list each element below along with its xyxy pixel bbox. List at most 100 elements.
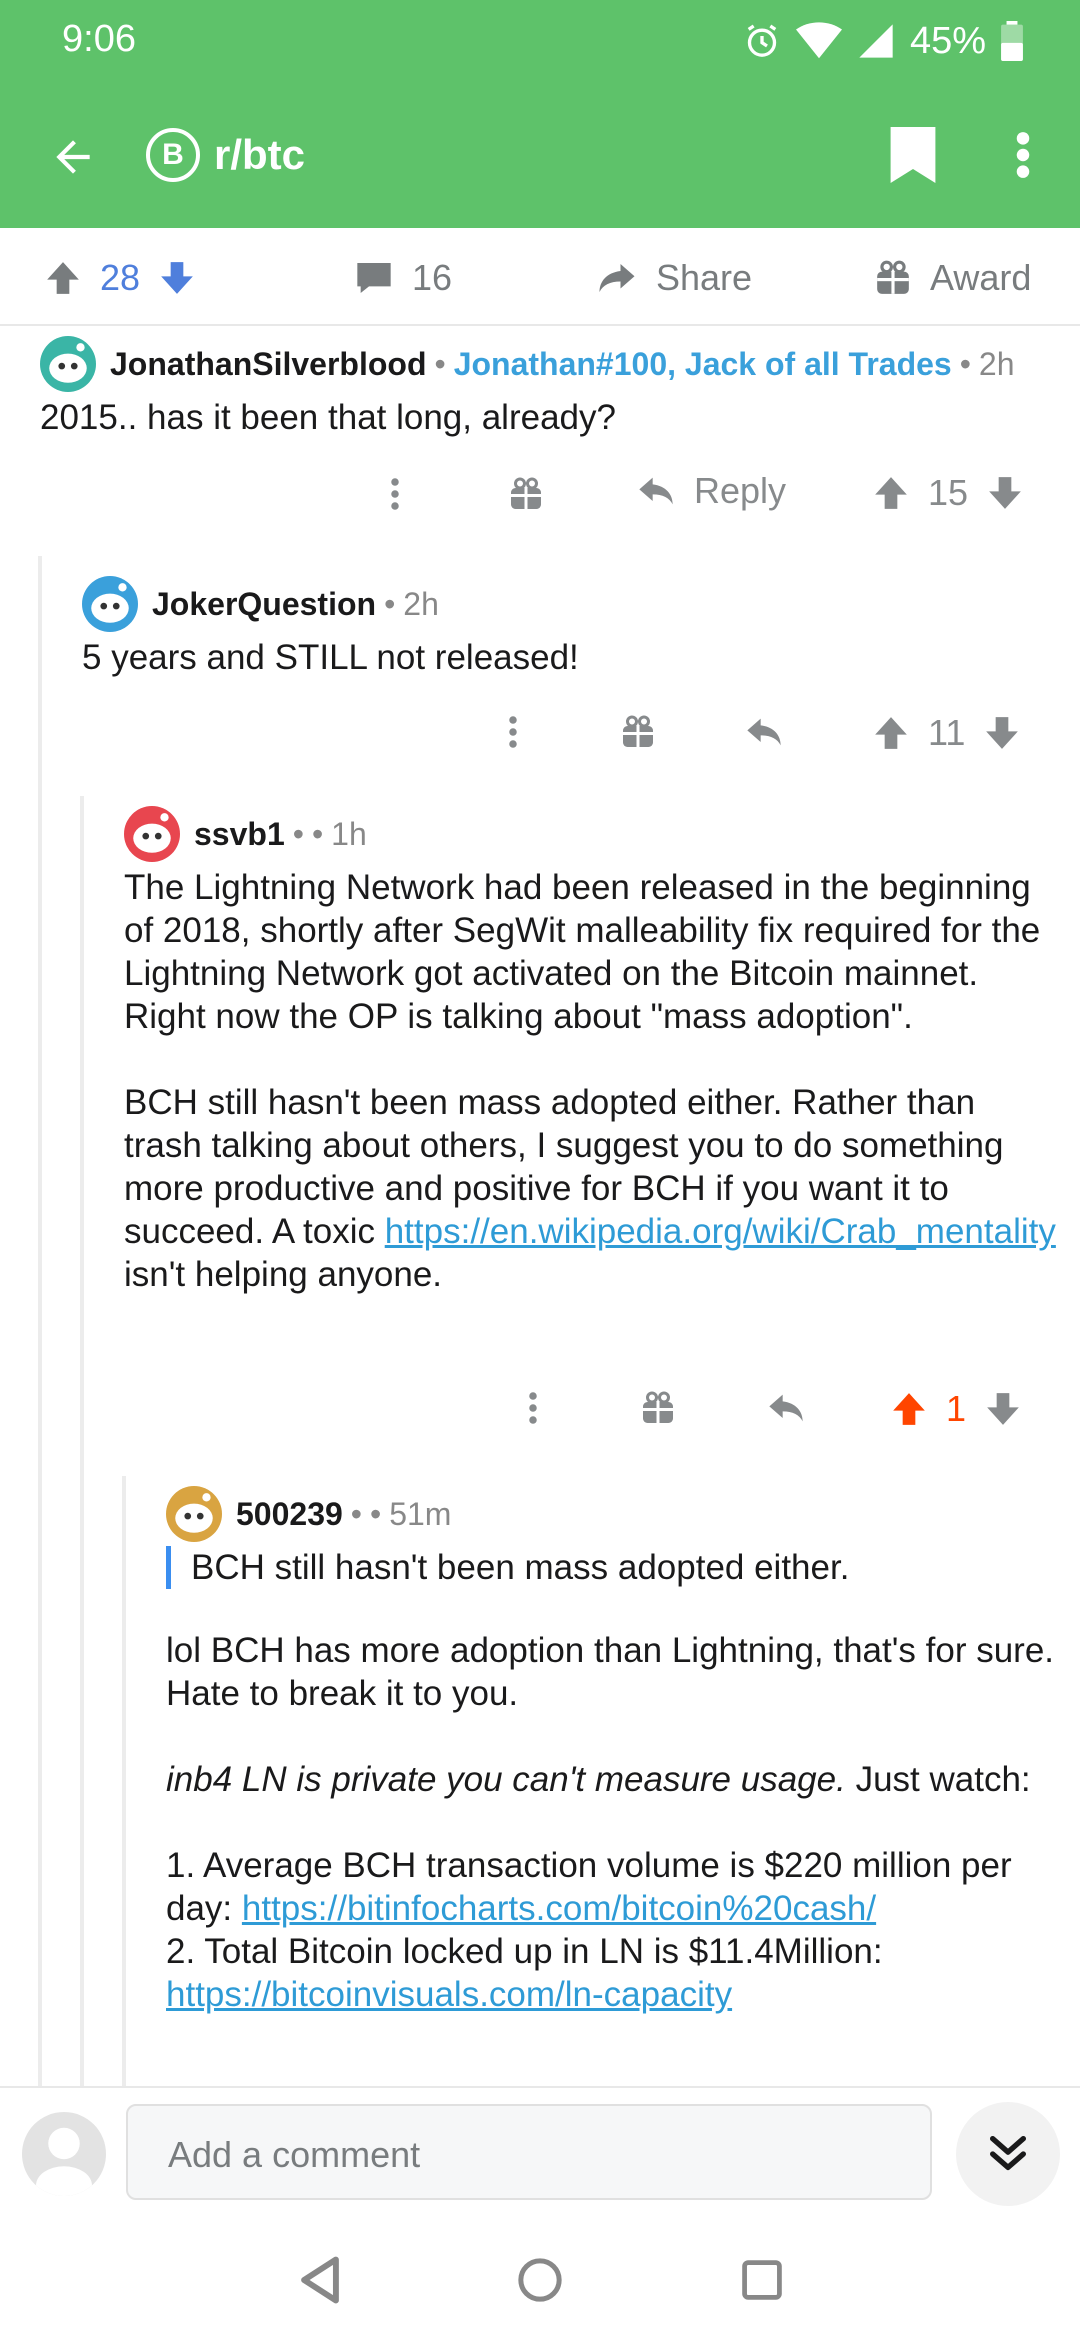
comment-more-button[interactable] <box>508 714 518 750</box>
thread-line-level-1 <box>38 556 42 2086</box>
comment-header: ssvb1 • • 1h <box>124 804 1062 864</box>
separator: • <box>369 1495 382 1532</box>
nav-recents-icon <box>742 2260 782 2300</box>
nav-recents-button[interactable] <box>724 2242 800 2318</box>
alarm-icon <box>747 24 777 57</box>
post-share-button[interactable]: Share <box>596 252 752 304</box>
downvote-icon[interactable] <box>984 1390 1022 1428</box>
post-award-button[interactable]: Award <box>874 252 1031 304</box>
separator: • <box>311 815 324 852</box>
separator: • <box>350 1495 362 1532</box>
comment-link[interactable]: https://bitinfocharts.com/bitcoin%20cash… <box>242 1889 876 1928</box>
subreddit-title[interactable]: B r/btc <box>146 128 305 182</box>
post-comment-count: 16 <box>412 257 453 298</box>
comment-500239: 500239 • • 51m BCH still hasn't been mas… <box>166 1484 1066 2016</box>
comment-header: JokerQuestion • 2h <box>82 574 1052 634</box>
more-vert-icon <box>1016 132 1030 178</box>
downvote-icon[interactable] <box>158 259 196 297</box>
downvote-icon[interactable] <box>986 474 1024 512</box>
upvote-icon[interactable] <box>890 1390 928 1428</box>
more-vert-icon <box>391 478 399 510</box>
status-time: 9:06 <box>62 18 136 60</box>
app-bar: 9:06 45% B r/btc <box>0 0 1080 228</box>
italic-text: inb4 LN is private you can't measure usa… <box>166 1760 846 1799</box>
upvote-icon[interactable] <box>872 714 910 752</box>
avatar[interactable] <box>82 576 138 632</box>
comment-more-button[interactable] <box>528 1390 538 1426</box>
comment-icon <box>357 263 391 293</box>
nav-home-button[interactable] <box>502 2242 578 2318</box>
avatar[interactable] <box>40 336 96 392</box>
comment-author[interactable]: JonathanSilverblood <box>110 346 426 383</box>
wifi-icon <box>795 22 842 59</box>
toolbar: B r/btc <box>0 100 1080 210</box>
post-vote: 28 <box>44 252 196 304</box>
post-action-bar: 28 16 Share Award <box>0 228 1080 326</box>
comment-award-button[interactable] <box>508 476 544 512</box>
separator: • <box>384 585 396 622</box>
bookmark-button[interactable] <box>880 122 946 188</box>
gift-icon <box>643 1391 673 1423</box>
thread-line-level-3 <box>122 1476 126 2086</box>
comment-vote: 15 <box>872 472 1024 514</box>
upvote-icon[interactable] <box>44 259 82 297</box>
upvote-icon[interactable] <box>872 474 910 512</box>
comment-age: 51m <box>389 1495 452 1532</box>
paragraph-text: Just watch: <box>855 1760 1031 1799</box>
back-button[interactable] <box>40 124 106 190</box>
comment-reply-button[interactable] <box>766 1388 806 1428</box>
comment-age: 1h <box>331 815 367 852</box>
downvote-icon[interactable] <box>983 714 1021 752</box>
comment-list: 1. Average BCH transaction volume is $22… <box>166 1844 1066 2016</box>
comment-score: 1 <box>946 1388 967 1429</box>
comment-more-button[interactable] <box>390 476 400 512</box>
comment-input[interactable]: Add a comment <box>126 2104 932 2200</box>
separator: • <box>959 345 971 382</box>
post-comments-button[interactable]: 16 <box>354 252 452 304</box>
battery-icon <box>1001 21 1023 61</box>
comment-author[interactable]: JokerQuestion <box>152 586 376 623</box>
comment-age: 2h <box>978 345 1015 382</box>
current-user-avatar[interactable] <box>22 2112 106 2196</box>
comment-score: 15 <box>928 472 969 513</box>
avatar[interactable] <box>124 806 180 862</box>
comment-vote: 1 <box>890 1388 1022 1430</box>
nav-back-button[interactable] <box>282 2242 358 2318</box>
comment-author[interactable]: 500239 <box>236 1496 343 1533</box>
comment-author[interactable]: ssvb1 <box>194 816 285 853</box>
snoo-avatar-icon <box>175 1493 213 1533</box>
nav-back-icon <box>301 2256 339 2304</box>
gift-icon <box>511 477 541 509</box>
comment-award-button[interactable] <box>620 714 656 750</box>
comment-paragraph: lol BCH has more adoption than Lightning… <box>166 1631 1055 1713</box>
list-item-text: 2. Total Bitcoin locked up in LN is $11.… <box>166 1932 883 1971</box>
comment-link[interactable]: https://en.wikipedia.org/wiki/Crab_menta… <box>385 1212 1056 1251</box>
comment-reply-button[interactable] <box>744 712 784 752</box>
signal-icon <box>859 24 893 58</box>
comment-award-button[interactable] <box>640 1390 676 1426</box>
gift-icon <box>623 715 653 747</box>
comment-body: 5 years and STILL not released! <box>82 638 579 677</box>
next-comment-button[interactable] <box>956 2102 1060 2206</box>
nav-home-icon <box>518 2258 562 2302</box>
more-vert-icon <box>509 716 517 748</box>
comment-body: The Lightning Network had been released … <box>124 866 1062 1296</box>
thread-line-level-2 <box>80 796 84 2086</box>
comment-body: BCH still hasn't been mass adopted eithe… <box>166 1546 1066 2016</box>
status-icons: 45% <box>742 18 1024 64</box>
comment-reply-button[interactable]: Reply <box>636 470 786 512</box>
system-nav-bar <box>0 2216 1080 2340</box>
separator: • <box>292 815 304 852</box>
comment-vote: 11 <box>872 712 1021 754</box>
comment-paragraph: inb4 LN is private you can't measure usa… <box>166 1758 1066 1801</box>
reply-icon <box>747 718 781 746</box>
double-chevron-down-icon <box>989 2135 1027 2171</box>
comment-thread: JonathanSilverblood • Jonathan#100, Jack… <box>0 326 1080 2086</box>
separator: • <box>434 345 446 382</box>
comment-link[interactable]: https://bitcoinvisuals.com/ln-capacity <box>166 1975 732 2014</box>
post-score: 28 <box>100 257 141 298</box>
avatar[interactable] <box>166 1486 222 1542</box>
more-options-button[interactable] <box>990 122 1056 188</box>
status-bar: 9:06 45% <box>0 0 1080 80</box>
bookmark-icon <box>890 127 936 183</box>
